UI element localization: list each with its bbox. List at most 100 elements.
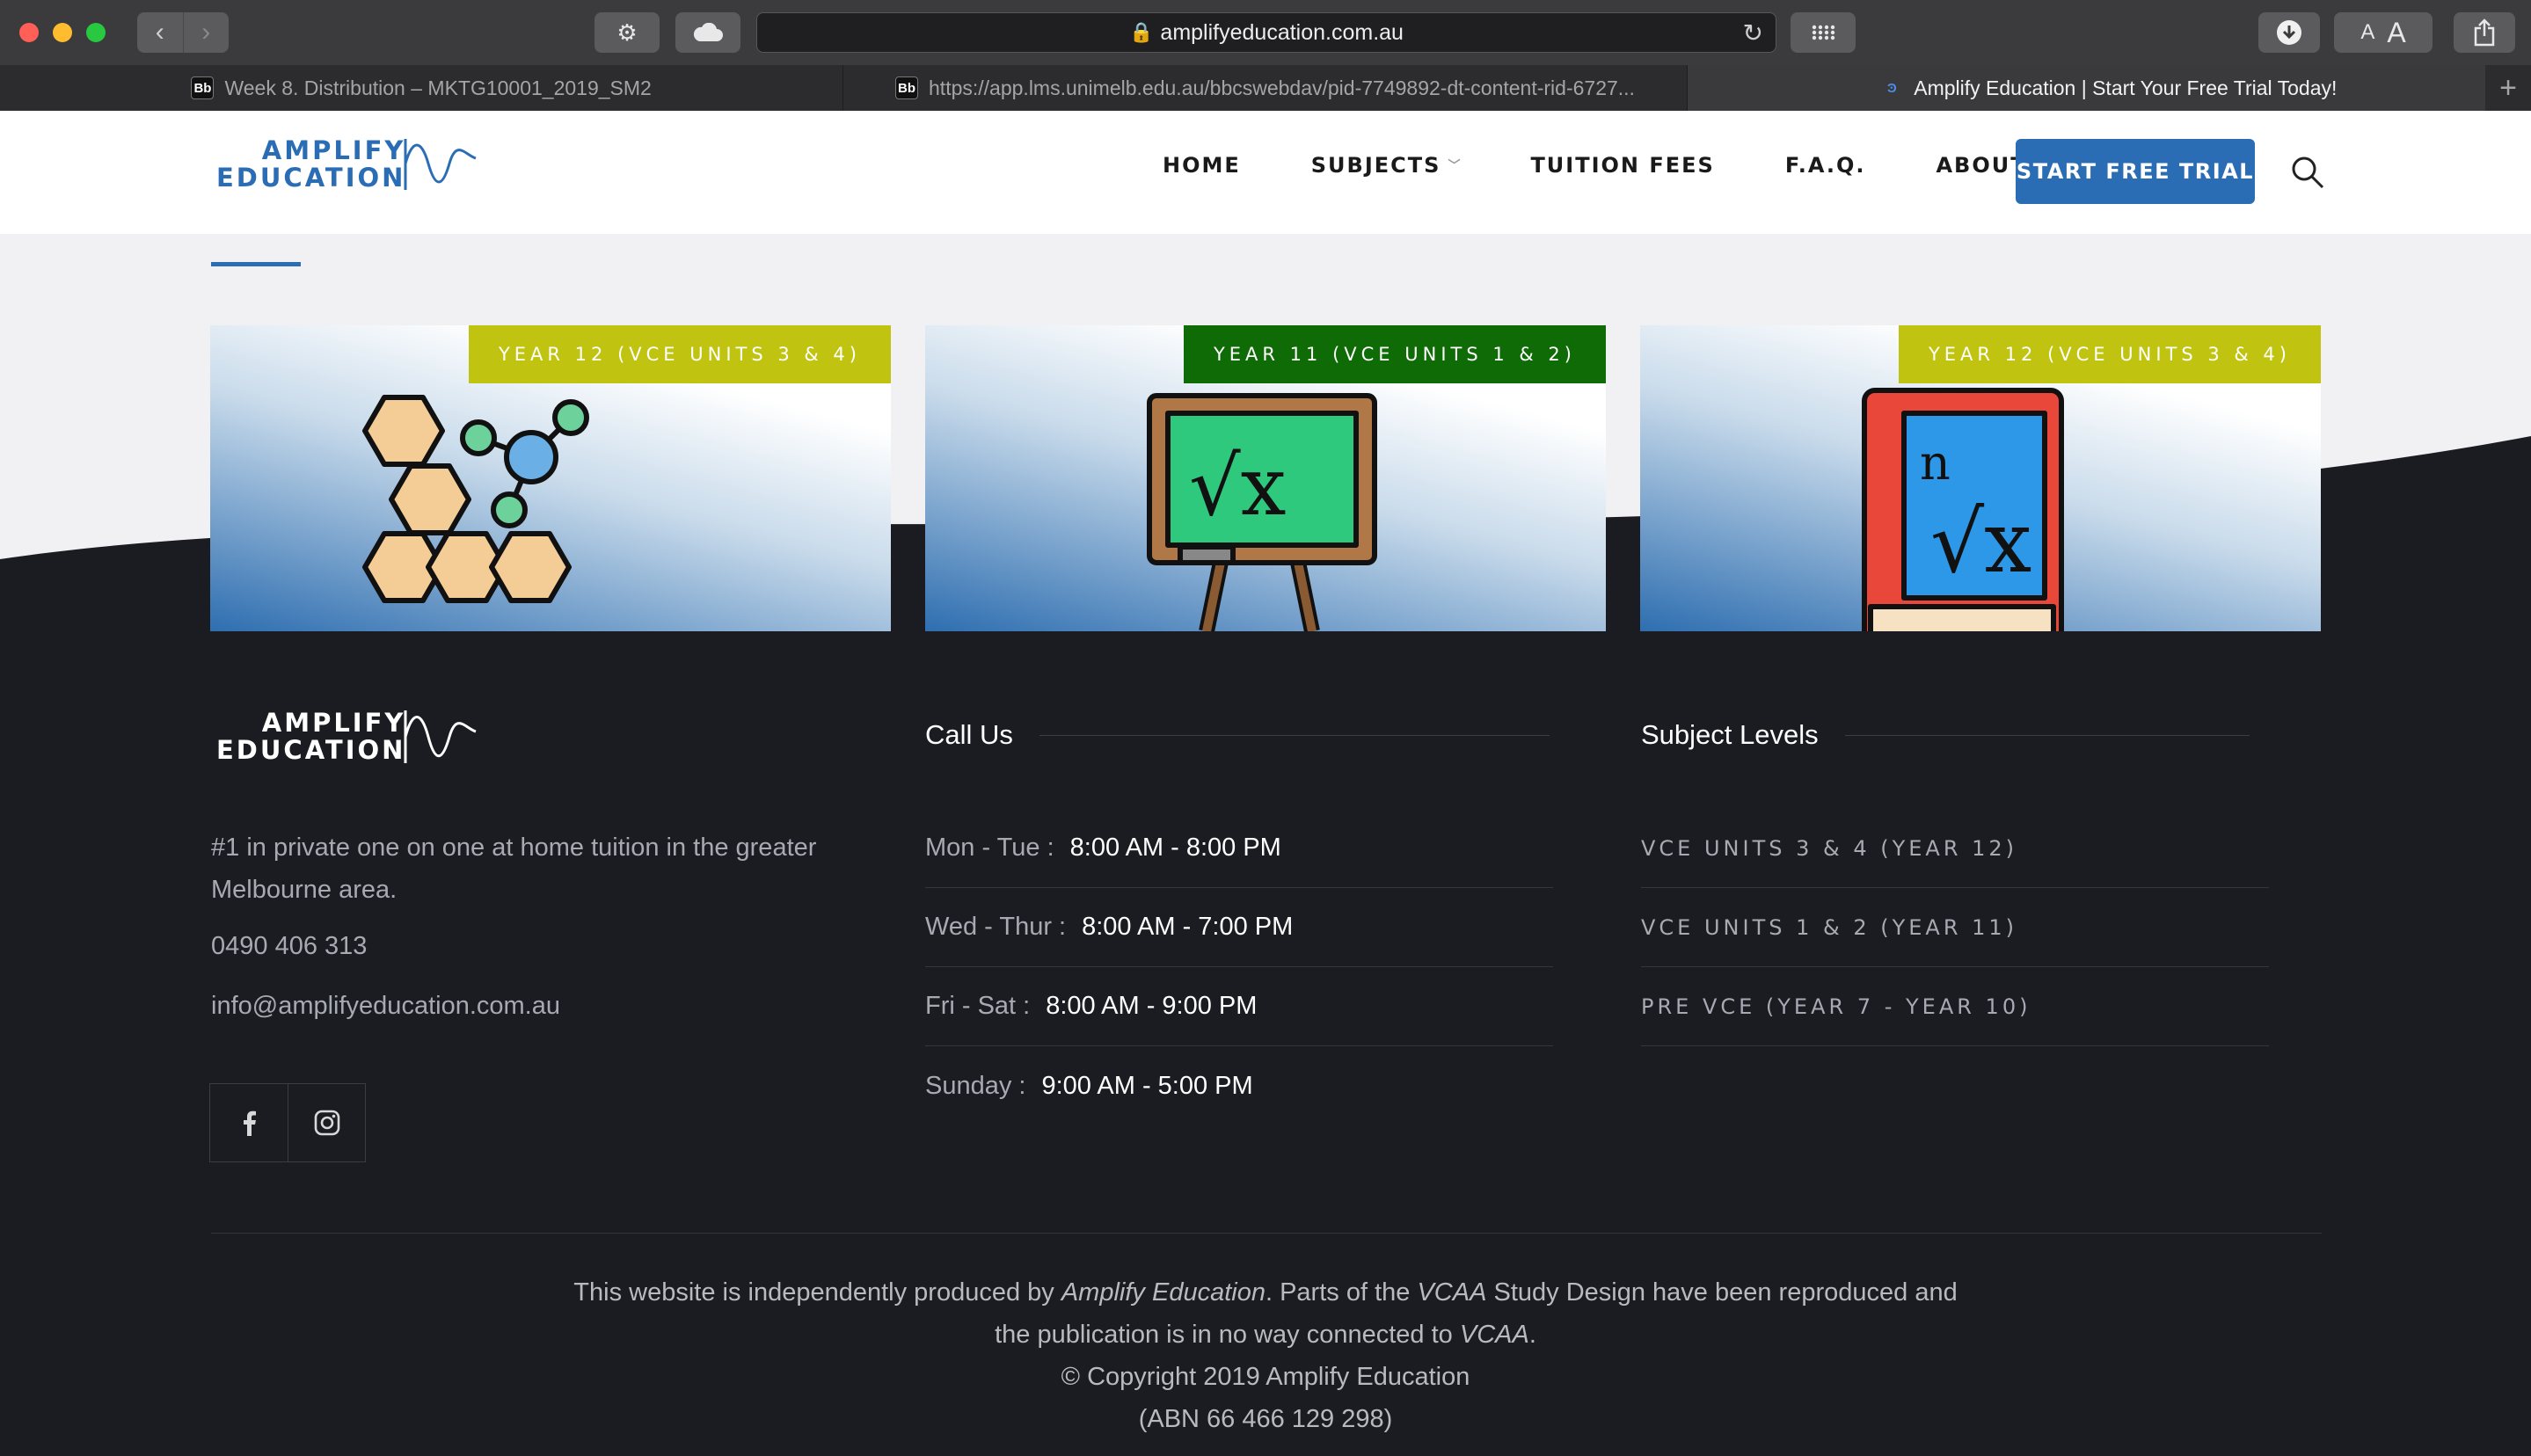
svg-text:√x: √x [1189,440,1287,534]
browser-tab[interactable]: Bb Week 8. Distribution – MKTG10001_2019… [0,65,844,111]
browser-toolbar: ‹ › ⚙ 🔒 amplifyeducation.com.au ↻ A A [0,0,2531,65]
subject-level-link[interactable]: PRE VCE (YEAR 7 - YEAR 10) [1641,967,2269,1046]
browser-tab[interactable]: Bb https://app.lms.unimelb.edu.au/bbcswe… [843,65,1688,111]
footer-logo-line-2: EDUCATION [216,735,406,765]
legal-text: the publication is in no way connected t… [995,1321,1460,1349]
zoom-window-button[interactable] [86,23,106,42]
heading-rule [1039,734,1550,736]
logo-line-2: EDUCATION [216,163,406,193]
call-us-heading: Call Us [925,719,1550,751]
footer-logo[interactable]: AMPLIFY EDUCATION [216,709,478,765]
hours-time: 8:00 AM - 9:00 PM [1046,992,1258,1020]
facebook-icon[interactable] [210,1084,288,1161]
tab-title: Amplify Education | Start Your Free Tria… [1914,76,2338,99]
subject-levels-list: VCE UNITS 3 & 4 (YEAR 12) VCE UNITS 1 & … [1641,809,2269,1046]
back-icon[interactable]: ‹ [137,12,183,53]
footer-about-text: #1 in private one on one at home tuition… [211,834,817,904]
history-nav: ‹ › [137,12,229,53]
hours-day: Sunday : [925,1071,1026,1100]
subject-levels-title: Subject Levels [1641,719,1819,750]
minimize-window-button[interactable] [53,23,72,42]
hours-time: 9:00 AM - 5:00 PM [1041,1071,1253,1100]
settings-gear-icon[interactable]: ⚙ [594,12,660,53]
hours-row: Wed - Thur : 8:00 AM - 7:00 PM [925,888,1553,967]
start-free-trial-button[interactable]: START FREE TRIAL [2016,139,2255,204]
subject-levels-heading: Subject Levels [1641,719,2250,751]
amplify-favicon-icon: Ͽ [1886,80,1897,96]
subject-level-link[interactable]: VCE UNITS 3 & 4 (YEAR 12) [1641,809,2269,888]
year-level-badge: YEAR 12 (VCE UNITS 3 & 4) [468,325,891,383]
legal-text: This website is independently produced b… [573,1278,1061,1307]
nav-home-label: HOME [1163,153,1241,178]
nav-faq-label: F.A.Q. [1784,153,1866,178]
blackboard-favicon-icon: Bb [191,76,215,99]
main-nav: HOME SUBJECTS ﹀ TUITION FEES F.A.Q. ABOUT… [1163,153,2117,178]
grid-apps-icon[interactable] [1791,12,1856,53]
window-controls [19,23,106,42]
hours-day: Wed - Thur : [925,913,1067,941]
text-larger-button[interactable]: A [2387,17,2405,49]
legal-line-1: This website is independently produced b… [0,1271,2531,1314]
text-smaller-button[interactable]: A [2360,20,2374,45]
nav-subjects[interactable]: SUBJECTS ﹀ [1311,153,1461,178]
copyright-text: © Copyright 2019 Amplify Education [1061,1363,1470,1391]
footer-legal: This website is independently produced b… [0,1271,2531,1440]
footer-email[interactable]: info@amplifyeducation.com.au [211,992,560,1021]
download-icon[interactable] [2258,12,2320,53]
legal-text: . Parts of the [1265,1278,1418,1307]
year-level-badge: YEAR 12 (VCE UNITS 3 & 4) [1898,325,2321,383]
icloud-icon[interactable] [675,12,740,53]
hours-row: Fri - Sat : 8:00 AM - 9:00 PM [925,967,1553,1046]
close-window-button[interactable] [19,23,39,42]
site-logo[interactable]: AMPLIFY EDUCATION [216,137,478,192]
logo-line-1: AMPLIFY [261,135,406,165]
blackboard-favicon-icon: Bb [895,76,919,99]
address-bar[interactable]: 🔒 amplifyeducation.com.au ↻ [756,12,1776,53]
page-main: YEAR 12 (VCE UNITS 3 & 4) √x YEAR 11 (VC… [0,234,2531,1456]
legal-line-2: the publication is in no way connected t… [0,1314,2531,1356]
section-accent-line [211,262,301,266]
hours-day: Fri - Sat : [925,992,1031,1020]
legal-brand: Amplify Education [1061,1278,1266,1307]
nav-tuition-fees[interactable]: TUITION FEES [1530,153,1714,178]
tab-title: Week 8. Distribution – MKTG10001_2019_SM… [224,76,652,99]
site-header: AMPLIFY EDUCATION HOME SUBJECTS ﹀ TUITION… [0,111,2531,234]
nav-home[interactable]: HOME [1163,153,1241,178]
footer-logo-wave-icon [404,710,478,763]
subject-card-chemistry[interactable]: YEAR 12 (VCE UNITS 3 & 4) [210,325,891,631]
legal-vcaa: VCAA [1459,1321,1529,1349]
logo-text: AMPLIFY EDUCATION [216,137,405,192]
nav-faq[interactable]: F.A.Q. [1785,153,1866,178]
lock-icon: 🔒 [1129,21,1154,43]
nav-tuition-fees-label: TUITION FEES [1530,153,1715,178]
subject-card-maths[interactable]: √x YEAR 11 (VCE UNITS 1 & 2) [925,325,1606,631]
instagram-icon[interactable] [288,1084,365,1161]
hours-day: Mon - Tue : [925,834,1054,862]
subject-card-specialist[interactable]: n √x YEAR 12 (VCE UNITS 3 & 4) [1640,325,2321,631]
reload-icon[interactable]: ↻ [1743,18,1763,47]
text-size-control[interactable]: A A [2334,12,2433,53]
new-tab-plus-icon[interactable]: + [2485,65,2531,111]
hours-time: 8:00 AM - 8:00 PM [1069,834,1281,862]
footer-logo-text: AMPLIFY EDUCATION [216,710,405,764]
search-icon[interactable] [2290,155,2325,190]
hours-time: 8:00 AM - 7:00 PM [1082,913,1294,941]
forward-icon[interactable]: › [182,12,230,53]
browser-tab-active[interactable]: Ͽ Amplify Education | Start Your Free Tr… [1687,65,2531,111]
tab-bar: Bb Week 8. Distribution – MKTG10001_2019… [0,65,2531,111]
tab-title: https://app.lms.unimelb.edu.au/bbcswebda… [929,76,1635,99]
hours-row: Sunday : 9:00 AM - 5:00 PM [925,1046,1553,1125]
year-level-badge: YEAR 11 (VCE UNITS 1 & 2) [1183,325,1606,383]
logo-wave-icon [404,139,478,190]
footer-phone[interactable]: 0490 406 313 [211,932,367,961]
call-us-title: Call Us [925,719,1013,750]
hours-row: Mon - Tue : 8:00 AM - 8:00 PM [925,809,1553,888]
footer-logo-line-1: AMPLIFY [261,708,406,738]
svg-text:n: n [1920,435,1951,491]
share-icon[interactable] [2454,12,2515,53]
heading-rule [1844,734,2250,736]
footer-divider [211,1233,2322,1234]
svg-text:√x: √x [1930,493,2031,592]
opening-hours-list: Mon - Tue : 8:00 AM - 8:00 PM Wed - Thur … [925,809,1553,1125]
subject-level-link[interactable]: VCE UNITS 1 & 2 (YEAR 11) [1641,888,2269,967]
